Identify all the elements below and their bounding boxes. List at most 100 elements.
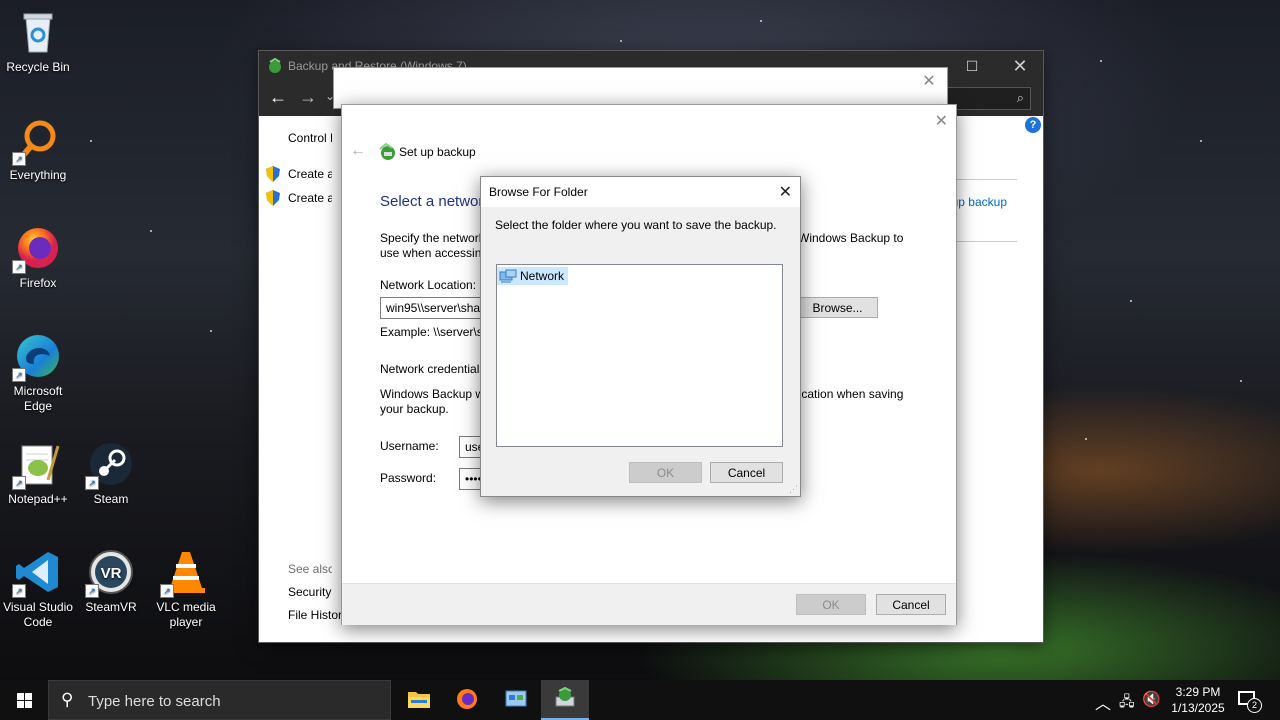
close-button[interactable]: ✕ xyxy=(997,51,1043,81)
clock[interactable]: 3:29 PM 1/13/2025 xyxy=(1163,684,1233,716)
vlc-icon: ↗ xyxy=(160,548,210,598)
everything-icon: ↗ xyxy=(12,116,62,166)
desktop-icon-firefox[interactable]: ↗ Firefox xyxy=(0,224,76,291)
credentials-label: Network credentials xyxy=(380,362,486,376)
desktop-icon-label: Recycle Bin xyxy=(6,60,70,74)
folder-tree[interactable]: Network xyxy=(496,264,783,447)
backup-app-icon xyxy=(378,142,396,161)
volume-muted-icon[interactable]: 🔇 xyxy=(1142,690,1161,708)
network-icon xyxy=(499,269,517,283)
file-history-link[interactable]: File History xyxy=(288,608,342,622)
taskbar-firefox[interactable] xyxy=(443,680,491,720)
desktop-icon-edge[interactable]: ↗ Microsoft Edge xyxy=(0,332,76,414)
shortcut-arrow-icon: ↗ xyxy=(85,584,99,598)
notification-count-badge: 2 xyxy=(1247,698,1262,713)
shield-icon xyxy=(266,190,280,206)
cancel-button[interactable]: Cancel xyxy=(876,594,946,615)
maximize-button[interactable]: ☐ xyxy=(949,51,995,81)
svg-text:VR: VR xyxy=(101,565,122,582)
backup-app-icon xyxy=(553,686,577,712)
create-repair-disc-link[interactable]: Create a system repair disc xyxy=(288,191,332,205)
search-box[interactable]: ⌕ xyxy=(947,87,1031,110)
ok-button[interactable]: OK xyxy=(629,462,702,483)
shield-icon xyxy=(266,166,280,182)
search-icon: ⚲ xyxy=(61,690,74,709)
firefox-icon xyxy=(455,687,479,714)
set-up-backup-link[interactable]: Set up backup xyxy=(957,195,1007,209)
notepadpp-icon: ↗ xyxy=(12,440,62,490)
resize-grip-icon[interactable]: ⋰ xyxy=(789,484,798,495)
shortcut-arrow-icon: ↗ xyxy=(12,584,26,598)
desktop-icon-label: Microsoft Edge xyxy=(13,384,63,413)
password-label: Password: xyxy=(380,471,437,485)
instruction-text: Select the folder where you want to save… xyxy=(495,218,777,232)
username-label: Username: xyxy=(380,439,439,453)
desktop-icon-label: Everything xyxy=(9,168,67,182)
description-text: use when accessing xyxy=(380,246,489,260)
security-maintenance-link[interactable]: Security and Maintenance xyxy=(288,585,332,599)
help-icon[interactable]: ? xyxy=(1025,117,1041,133)
show-hidden-icons-chevron-icon[interactable]: ︿ xyxy=(1095,690,1111,714)
background-dialog: ✕ xyxy=(333,67,948,109)
action-center-button[interactable]: 2 xyxy=(1236,689,1262,713)
shortcut-arrow-icon: ↗ xyxy=(85,476,99,490)
desktop-icon-label: SteamVR xyxy=(85,600,137,614)
desktop-icon-steamvr[interactable]: VR ↗ SteamVR xyxy=(73,548,149,615)
description-text-right: Windows Backup to xyxy=(798,231,904,245)
windows-logo-icon xyxy=(16,692,32,708)
desktop-icon-recycle-bin[interactable]: Recycle Bin xyxy=(0,8,76,75)
credentials-description: your backup. xyxy=(380,402,449,416)
tree-item-label: Network xyxy=(520,269,565,283)
clock-time: 3:29 PM xyxy=(1175,685,1221,699)
see-also-heading: See also xyxy=(288,562,332,576)
shortcut-arrow-icon: ↗ xyxy=(12,260,26,274)
desktop-icon-notepadpp[interactable]: ↗ Notepad++ xyxy=(0,440,76,507)
browse-button[interactable]: Browse... xyxy=(797,297,878,318)
taskbar-control-panel[interactable] xyxy=(492,680,540,720)
clock-date: 1/13/2025 xyxy=(1171,701,1225,715)
divider xyxy=(957,241,1017,242)
desktop-icon-everything[interactable]: ↗ Everything xyxy=(0,116,76,183)
credentials-description: Windows Backup will xyxy=(380,387,493,401)
tree-item-network[interactable]: Network xyxy=(497,267,569,285)
network-tray-icon[interactable]: 🖧 xyxy=(1119,691,1135,715)
dialog-title: Set up backup xyxy=(399,145,476,159)
start-button[interactable] xyxy=(0,680,48,720)
desktop-icon-label: Notepad++ xyxy=(8,492,68,506)
cancel-button[interactable]: Cancel xyxy=(710,462,783,483)
shortcut-arrow-icon: ↗ xyxy=(160,584,174,598)
taskbar: ⚲ Type here to search ︿ 🖧 🔇 3:29 PM 1/13… xyxy=(0,680,1280,720)
firefox-icon: ↗ xyxy=(12,224,62,274)
search-placeholder: Type here to search xyxy=(88,693,221,710)
taskbar-backup-restore[interactable] xyxy=(541,680,589,720)
close-button[interactable]: ✕ xyxy=(909,68,949,96)
folder-icon xyxy=(407,689,431,712)
close-button[interactable]: ✕ xyxy=(779,182,792,202)
desktop-icon-label: VLC media player xyxy=(156,600,216,629)
desktop-icon-label: Visual Studio Code xyxy=(3,600,73,629)
dialog-title: Browse For Folder xyxy=(489,185,588,199)
desktop-icon-vlc[interactable]: ↗ VLC media player xyxy=(148,548,224,630)
divider xyxy=(957,179,1017,180)
breadcrumb[interactable]: Control Panel xyxy=(288,131,332,145)
browse-titlebar: Browse For Folder ✕ xyxy=(481,177,800,207)
back-arrow-icon[interactable]: ← xyxy=(269,87,287,108)
desktop-icon-steam[interactable]: ↗ Steam xyxy=(73,440,149,507)
create-system-image-link[interactable]: Create a system image xyxy=(288,167,332,181)
taskbar-file-explorer[interactable] xyxy=(395,680,443,720)
close-button[interactable]: ✕ xyxy=(935,111,948,131)
desktop-icon-label: Steam xyxy=(93,492,129,506)
steam-icon: ↗ xyxy=(85,440,135,490)
browse-for-folder-dialog: Browse For Folder ✕ Select the folder wh… xyxy=(480,176,801,497)
forward-arrow-icon[interactable]: → xyxy=(299,87,317,108)
back-arrow-icon[interactable]: ← xyxy=(350,142,366,160)
steamvr-icon: VR ↗ xyxy=(85,548,135,598)
shortcut-arrow-icon: ↗ xyxy=(12,368,26,382)
desktop-icon-label: Firefox xyxy=(19,276,57,290)
search-icon: ⌕ xyxy=(1016,90,1024,105)
shortcut-arrow-icon: ↗ xyxy=(12,476,26,490)
ok-button[interactable]: OK xyxy=(796,594,866,615)
desktop-icon-vscode[interactable]: ↗ Visual Studio Code xyxy=(0,548,76,630)
credentials-description-right: location when saving xyxy=(792,387,904,401)
taskbar-search-box[interactable]: ⚲ Type here to search xyxy=(48,680,391,720)
